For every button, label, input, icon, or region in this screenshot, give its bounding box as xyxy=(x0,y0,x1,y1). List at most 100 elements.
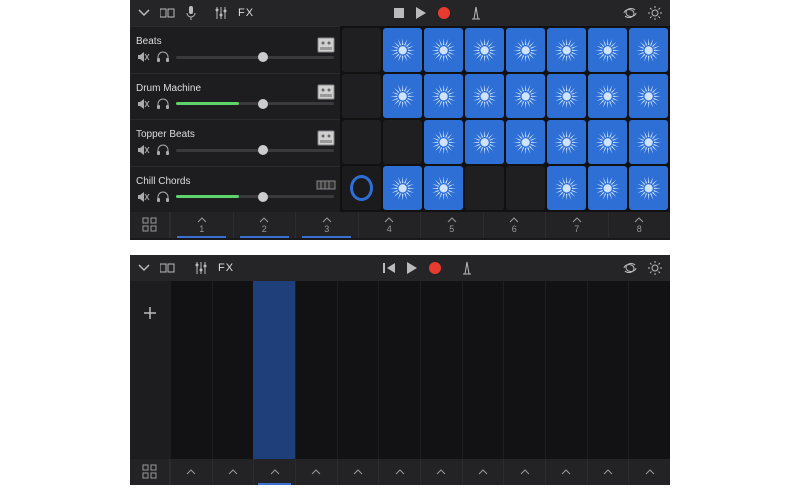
drum-machine-icon[interactable] xyxy=(316,35,336,55)
loop-cell[interactable] xyxy=(588,74,627,118)
loop-cell[interactable] xyxy=(629,166,668,210)
loop-cell[interactable] xyxy=(342,28,381,72)
view-menu-button[interactable] xyxy=(138,9,150,17)
loop-cell[interactable] xyxy=(383,120,422,164)
metronome-icon[interactable] xyxy=(469,6,483,20)
metronome-icon[interactable] xyxy=(460,261,474,275)
loop-cell[interactable] xyxy=(342,120,381,164)
layout-toggle-icon[interactable] xyxy=(160,262,176,274)
play-button[interactable] xyxy=(415,6,427,20)
loop-cell[interactable] xyxy=(588,166,627,210)
track-header[interactable]: Chill Chords xyxy=(130,166,340,213)
loop-cell[interactable] xyxy=(424,74,463,118)
record-button[interactable] xyxy=(437,6,451,20)
mute-icon[interactable] xyxy=(136,50,150,64)
fx-button[interactable]: FX xyxy=(238,7,254,19)
mixer-icon[interactable] xyxy=(214,6,228,20)
keyboard-icon[interactable] xyxy=(316,175,336,195)
loop-cell[interactable] xyxy=(383,28,422,72)
drum-machine-icon[interactable] xyxy=(316,128,336,148)
grid-edit-icon[interactable] xyxy=(130,459,170,485)
volume-slider[interactable] xyxy=(176,56,334,59)
section-trigger[interactable] xyxy=(587,459,629,485)
section-trigger[interactable] xyxy=(628,459,670,485)
mute-icon[interactable] xyxy=(136,190,150,204)
loop-cell[interactable] xyxy=(424,166,463,210)
grid-edit-icon[interactable] xyxy=(130,212,170,238)
timeline-region[interactable] xyxy=(253,281,295,459)
column-number: 6 xyxy=(512,224,517,234)
mute-icon[interactable] xyxy=(136,97,150,111)
loop-cell[interactable] xyxy=(506,120,545,164)
section-trigger[interactable] xyxy=(212,459,254,485)
loop-cell[interactable] xyxy=(547,120,586,164)
loop-cell[interactable] xyxy=(506,166,545,210)
drum-machine-icon[interactable] xyxy=(316,82,336,102)
loop-cell[interactable] xyxy=(588,28,627,72)
column-number: 1 xyxy=(199,224,204,234)
loop-cell[interactable] xyxy=(342,166,381,210)
headphones-icon[interactable] xyxy=(156,97,170,111)
loop-browser-icon[interactable] xyxy=(622,6,638,20)
headphones-icon[interactable] xyxy=(156,50,170,64)
settings-icon[interactable] xyxy=(648,6,662,20)
column-trigger[interactable]: 8 xyxy=(608,212,671,238)
headphones-icon[interactable] xyxy=(156,190,170,204)
section-trigger[interactable] xyxy=(420,459,462,485)
track-header[interactable]: Drum Machine xyxy=(130,73,340,120)
mic-icon[interactable] xyxy=(186,6,196,20)
loop-cell[interactable] xyxy=(547,166,586,210)
column-trigger[interactable]: 3 xyxy=(295,212,358,238)
volume-slider[interactable] xyxy=(176,195,334,198)
record-button[interactable] xyxy=(428,261,442,275)
loop-cell[interactable] xyxy=(383,74,422,118)
mute-icon[interactable] xyxy=(136,143,150,157)
layout-toggle-icon[interactable] xyxy=(160,7,176,19)
timeline[interactable] xyxy=(170,281,670,459)
headphones-icon[interactable] xyxy=(156,143,170,157)
loop-cell[interactable] xyxy=(629,74,668,118)
volume-slider[interactable] xyxy=(176,149,334,152)
loop-cell[interactable] xyxy=(342,74,381,118)
add-track-button[interactable] xyxy=(142,305,158,321)
section-trigger[interactable] xyxy=(337,459,379,485)
play-button[interactable] xyxy=(406,261,418,275)
loop-cell[interactable] xyxy=(424,120,463,164)
track-header[interactable]: Beats xyxy=(130,26,340,73)
fx-button[interactable]: FX xyxy=(218,262,234,274)
loop-cell[interactable] xyxy=(547,74,586,118)
section-trigger[interactable] xyxy=(253,459,295,485)
column-trigger[interactable]: 6 xyxy=(483,212,546,238)
view-menu-button[interactable] xyxy=(138,264,150,272)
column-trigger[interactable]: 2 xyxy=(233,212,296,238)
mixer-icon[interactable] xyxy=(194,261,208,275)
column-trigger[interactable]: 5 xyxy=(420,212,483,238)
loop-cell[interactable] xyxy=(629,28,668,72)
loop-cell[interactable] xyxy=(588,120,627,164)
track-header[interactable]: Topper Beats xyxy=(130,119,340,166)
loop-cell[interactable] xyxy=(465,74,504,118)
loop-cell[interactable] xyxy=(629,120,668,164)
loop-cell[interactable] xyxy=(506,28,545,72)
section-trigger[interactable] xyxy=(462,459,504,485)
loop-cell[interactable] xyxy=(383,166,422,210)
loop-cell[interactable] xyxy=(465,166,504,210)
loop-browser-icon[interactable] xyxy=(622,261,638,275)
section-trigger[interactable] xyxy=(295,459,337,485)
section-trigger[interactable] xyxy=(545,459,587,485)
stop-button[interactable] xyxy=(393,7,405,19)
loop-cell[interactable] xyxy=(465,120,504,164)
volume-slider[interactable] xyxy=(176,102,334,105)
section-trigger[interactable] xyxy=(170,459,212,485)
column-trigger[interactable]: 1 xyxy=(170,212,233,238)
loop-cell[interactable] xyxy=(424,28,463,72)
settings-icon[interactable] xyxy=(648,261,662,275)
section-trigger[interactable] xyxy=(378,459,420,485)
loop-cell[interactable] xyxy=(547,28,586,72)
section-trigger[interactable] xyxy=(503,459,545,485)
go-to-start-button[interactable] xyxy=(382,261,396,275)
loop-cell[interactable] xyxy=(465,28,504,72)
column-trigger[interactable]: 7 xyxy=(545,212,608,238)
loop-cell[interactable] xyxy=(506,74,545,118)
column-trigger[interactable]: 4 xyxy=(358,212,421,238)
